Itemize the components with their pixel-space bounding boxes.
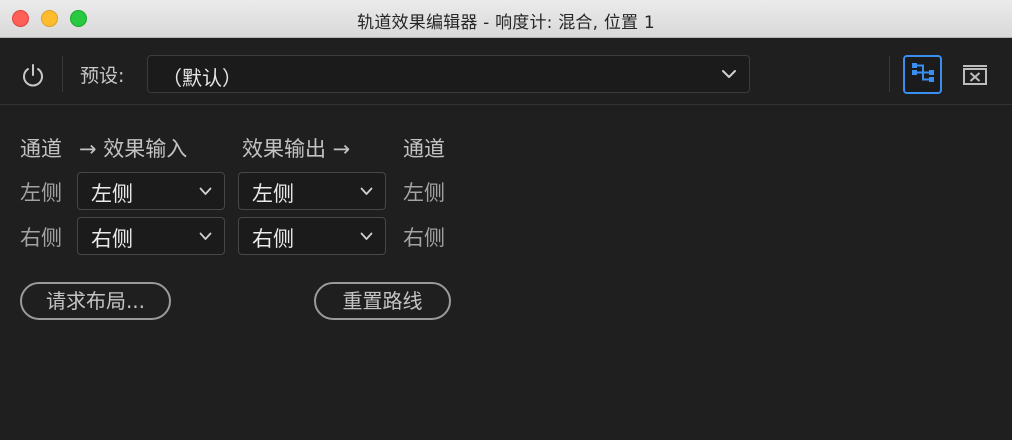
row-right-channel-label: 右侧: [20, 226, 62, 250]
chevron-down-icon: [360, 232, 373, 240]
toolbar-divider: [62, 56, 63, 92]
routing-icon: [912, 63, 934, 82]
toolbar-divider: [889, 56, 890, 92]
chevron-down-icon: [360, 187, 373, 195]
track-effect-editor-window: 轨道效果编辑器 - 响度计: 混合, 位置 1 预设: （默认） 通道 → 效果…: [0, 0, 1012, 440]
chevron-down-icon: [199, 187, 212, 195]
effect-output-right-dropdown[interactable]: 右侧: [238, 217, 386, 255]
title-bar[interactable]: 轨道效果编辑器 - 响度计: 混合, 位置 1: [0, 0, 1012, 38]
effect-output-right-value: 右侧: [252, 227, 294, 251]
row-left-output-channel-label: 左侧: [403, 181, 445, 205]
row-right-output-channel-label: 右侧: [403, 226, 445, 250]
effect-input-left-dropdown[interactable]: 左侧: [77, 172, 225, 210]
channel-routing-button[interactable]: [903, 55, 942, 94]
power-button[interactable]: [20, 62, 46, 88]
effect-output-left-value: 左侧: [252, 182, 294, 206]
reset-routing-button[interactable]: 重置路线: [314, 282, 451, 320]
window-title: 轨道效果编辑器 - 响度计: 混合, 位置 1: [357, 13, 655, 33]
header-channel-out: 通道: [403, 137, 445, 161]
power-icon: [23, 64, 43, 87]
effect-input-right-dropdown[interactable]: 右侧: [77, 217, 225, 255]
header-effect-input: → 效果输入: [79, 137, 188, 161]
preset-dropdown[interactable]: （默认）: [147, 55, 750, 93]
close-panel-icon: [963, 65, 987, 85]
preset-label: 预设:: [80, 65, 125, 87]
effect-input-right-value: 右侧: [91, 227, 133, 251]
request-layout-button[interactable]: 请求布局...: [20, 282, 171, 320]
close-panel-button[interactable]: [962, 64, 988, 86]
toolbar: 预设: （默认）: [0, 38, 1012, 105]
chevron-down-icon: [199, 232, 212, 240]
header-effect-output: 效果输出 →: [242, 137, 351, 161]
chevron-down-icon: [722, 70, 736, 78]
effect-input-left-value: 左侧: [91, 182, 133, 206]
header-channel-in: 通道: [20, 137, 62, 161]
preset-value: （默认）: [162, 66, 242, 90]
row-left-channel-label: 左侧: [20, 181, 62, 205]
effect-output-left-dropdown[interactable]: 左侧: [238, 172, 386, 210]
